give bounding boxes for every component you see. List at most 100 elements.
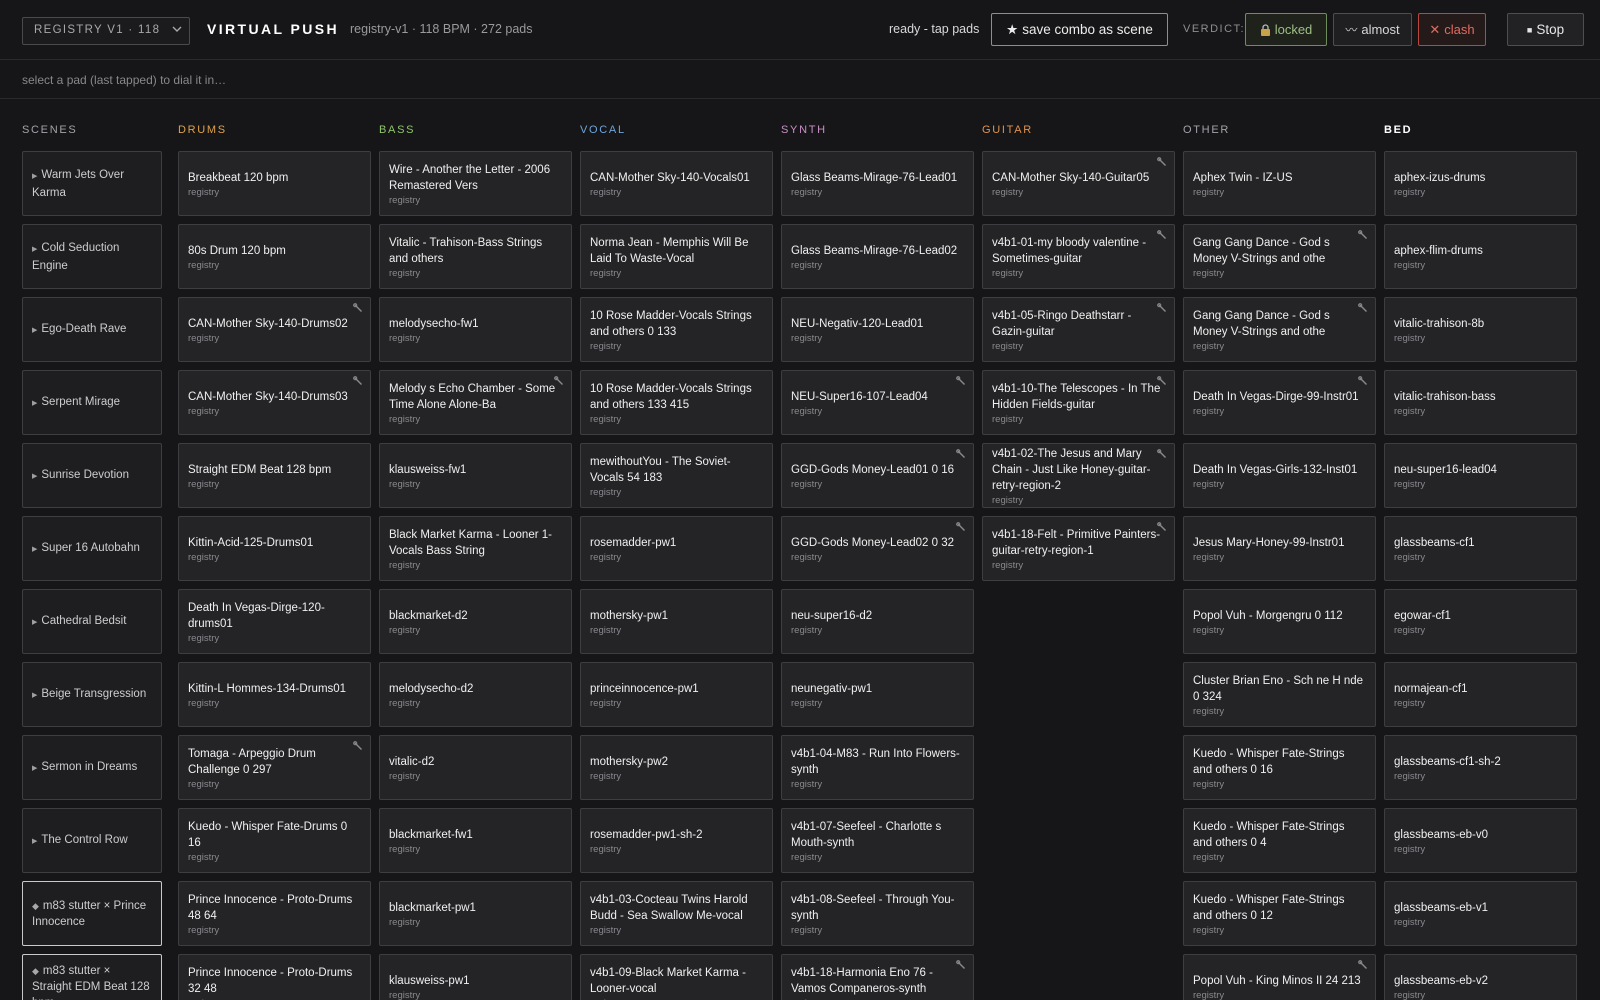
pad[interactable]: vitalic-trahison-bass registry: [1384, 370, 1577, 435]
wrench-icon[interactable]: [1157, 157, 1168, 168]
wrench-icon[interactable]: [1157, 522, 1168, 533]
pad[interactable]: GGD-Gods Money-Lead02 0 32 registry: [781, 516, 974, 581]
pad[interactable]: v4b1-18-Felt - Primitive Painters-guitar…: [982, 516, 1175, 581]
pad[interactable]: Prince Innocence - Proto-Drums 48 64 regi…: [178, 881, 371, 946]
pad[interactable]: Prince Innocence - Proto-Drums 32 48regi…: [178, 954, 371, 1000]
stop-button[interactable]: ■ Stop: [1507, 13, 1584, 46]
wrench-icon[interactable]: [1157, 230, 1168, 241]
pad[interactable]: Kuedo - Whisper Fate-Drums 0 16 registry: [178, 808, 371, 873]
registry-select[interactable]: REGISTRY V1 · 118: [22, 17, 190, 45]
pad[interactable]: NEU-Super16-107-Lead04 registry: [781, 370, 974, 435]
wrench-icon[interactable]: [1358, 960, 1369, 971]
pad[interactable]: rosemadder-pw1-sh-2 registry: [580, 808, 773, 873]
scene-item[interactable]: ▶ The Control Row: [22, 808, 162, 873]
pad[interactable]: egowar-cf1 registry: [1384, 589, 1577, 654]
scene-item[interactable]: ▶ Sermon in Dreams: [22, 735, 162, 800]
wrench-icon[interactable]: [1157, 449, 1168, 460]
wrench-icon[interactable]: [956, 522, 967, 533]
pad[interactable]: Death In Vegas-Dirge-120-drums01 registry: [178, 589, 371, 654]
pad[interactable]: princeinnocence-pw1 registry: [580, 662, 773, 727]
pad[interactable]: Straight EDM Beat 128 bpm registry: [178, 443, 371, 508]
verdict-clash-button[interactable]: ✕ clash: [1418, 13, 1486, 46]
scene-item[interactable]: ▶ Beige Transgression: [22, 662, 162, 727]
pad[interactable]: v4b1-03-Cocteau Twins Harold Budd - Sea …: [580, 881, 773, 946]
save-combo-button[interactable]: ★ save combo as scene: [991, 13, 1168, 46]
pad[interactable]: Kuedo - Whisper Fate-Strings and others …: [1183, 735, 1376, 800]
pad[interactable]: Cluster Brian Eno - Sch ne H nde 0 324 re…: [1183, 662, 1376, 727]
pad[interactable]: Tomaga - Arpeggio Drum Challenge 0 297 re…: [178, 735, 371, 800]
pad[interactable]: 80s Drum 120 bpm registry: [178, 224, 371, 289]
pad[interactable]: Popol Vuh - King Minos II 24 213 registry: [1183, 954, 1376, 1000]
scene-item[interactable]: ▶ Warm Jets Over Karma: [22, 151, 162, 216]
verdict-almost-button[interactable]: 〰 almost: [1333, 13, 1412, 46]
pad[interactable]: rosemadder-pw1 registry: [580, 516, 773, 581]
pad[interactable]: mothersky-pw2 registry: [580, 735, 773, 800]
pad[interactable]: Kittin-Acid-125-Drums01 registry: [178, 516, 371, 581]
pad[interactable]: Kuedo - Whisper Fate-Strings and others …: [1183, 808, 1376, 873]
pad[interactable]: melodysecho-d2 registry: [379, 662, 572, 727]
pad[interactable]: glassbeams-eb-v2 registry: [1384, 954, 1577, 1000]
wrench-icon[interactable]: [1157, 303, 1168, 314]
pad[interactable]: v4b1-05-Ringo Deathstarr - Gazin-guitar r…: [982, 297, 1175, 362]
pad[interactable]: v4b1-10-The Telescopes - In The Hidden F…: [982, 370, 1175, 435]
pad[interactable]: neunegativ-pw1 registry: [781, 662, 974, 727]
pad[interactable]: Breakbeat 120 bpm registry: [178, 151, 371, 216]
scene-item[interactable]: ▶ Cathedral Bedsit: [22, 589, 162, 654]
pad[interactable]: vitalic-trahison-8b registry: [1384, 297, 1577, 362]
pad[interactable]: blackmarket-fw1 registry: [379, 808, 572, 873]
pad[interactable]: Vitalic - Trahison-Bass Strings and othe…: [379, 224, 572, 289]
pad[interactable]: blackmarket-d2 registry: [379, 589, 572, 654]
scene-item[interactable]: ▶ Ego-Death Rave: [22, 297, 162, 362]
pad[interactable]: glassbeams-cf1-sh-2 registry: [1384, 735, 1577, 800]
pad[interactable]: neu-super16-d2 registry: [781, 589, 974, 654]
wrench-icon[interactable]: [956, 376, 967, 387]
pad[interactable]: v4b1-08-Seefeel - Through You-synth regis…: [781, 881, 974, 946]
pad[interactable]: CAN-Mother Sky-140-Drums03 registry: [178, 370, 371, 435]
pad[interactable]: v4b1-09-Black Market Karma - Looner-voca…: [580, 954, 773, 1000]
combo-scene-item[interactable]: ◆ m83 stutter × Prince Innocence: [22, 881, 162, 946]
wrench-icon[interactable]: [956, 449, 967, 460]
pad[interactable]: mothersky-pw1 registry: [580, 589, 773, 654]
pad[interactable]: Gang Gang Dance - God s Money V-Strings …: [1183, 297, 1376, 362]
pad[interactable]: mewithoutYou - The Soviet-Vocals 54 183 r…: [580, 443, 773, 508]
wrench-icon[interactable]: [1358, 303, 1369, 314]
pad[interactable]: v4b1-04-M83 - Run Into Flowers-synth regi…: [781, 735, 974, 800]
pad[interactable]: neu-super16-lead04 registry: [1384, 443, 1577, 508]
wrench-icon[interactable]: [1157, 376, 1168, 387]
pad[interactable]: Death In Vegas-Girls-132-Inst01 registry: [1183, 443, 1376, 508]
pad[interactable]: Popol Vuh - Morgengru 0 112 registry: [1183, 589, 1376, 654]
pad[interactable]: glassbeams-eb-v0 registry: [1384, 808, 1577, 873]
pad[interactable]: melodysecho-fw1 registry: [379, 297, 572, 362]
pad[interactable]: v4b1-01-my bloody valentine - Sometimes-…: [982, 224, 1175, 289]
pad[interactable]: Kittin-L Hommes-134-Drums01 registry: [178, 662, 371, 727]
pad[interactable]: v4b1-02-The Jesus and Mary Chain - Just …: [982, 443, 1175, 508]
pad[interactable]: Glass Beams-Mirage-76-Lead01 registry: [781, 151, 974, 216]
wrench-icon[interactable]: [353, 741, 364, 752]
pad[interactable]: Aphex Twin - IZ-US registry: [1183, 151, 1376, 216]
pad[interactable]: Black Market Karma - Looner 1-Vocals Bas…: [379, 516, 572, 581]
pad[interactable]: 10 Rose Madder-Vocals Strings and others…: [580, 370, 773, 435]
pad[interactable]: CAN-Mother Sky-140-Vocals01 registry: [580, 151, 773, 216]
pad[interactable]: Gang Gang Dance - God s Money V-Strings …: [1183, 224, 1376, 289]
pad[interactable]: Jesus Mary-Honey-99-Instr01 registry: [1183, 516, 1376, 581]
wrench-icon[interactable]: [554, 376, 565, 387]
pad[interactable]: klausweiss-fw1 registry: [379, 443, 572, 508]
pad[interactable]: blackmarket-pw1 registry: [379, 881, 572, 946]
pad[interactable]: Melody s Echo Chamber - Some Time Alone …: [379, 370, 572, 435]
scene-item[interactable]: ▶ Cold Seduction Engine: [22, 224, 162, 289]
pad[interactable]: NEU-Negativ-120-Lead01 registry: [781, 297, 974, 362]
pad[interactable]: 10 Rose Madder-Vocals Strings and others…: [580, 297, 773, 362]
pad[interactable]: aphex-izus-drums registry: [1384, 151, 1577, 216]
pad[interactable]: v4b1-07-Seefeel - Charlotte s Mouth-synt…: [781, 808, 974, 873]
pad[interactable]: Norma Jean - Memphis Will Be Laid To Was…: [580, 224, 773, 289]
wrench-icon[interactable]: [353, 303, 364, 314]
combo-scene-item[interactable]: ◆m83 stutter × Straight EDM Beat 128 bpm: [22, 954, 162, 1000]
pad[interactable]: Kuedo - Whisper Fate-Strings and others …: [1183, 881, 1376, 946]
wrench-icon[interactable]: [1358, 376, 1369, 387]
pad[interactable]: CAN-Mother Sky-140-Guitar05 registry: [982, 151, 1175, 216]
pad[interactable]: Death In Vegas-Dirge-99-Instr01 registry: [1183, 370, 1376, 435]
wrench-icon[interactable]: [1358, 230, 1369, 241]
pad[interactable]: v4b1-18-Harmonia Eno 76 - Vamos Companer…: [781, 954, 974, 1000]
pad[interactable]: glassbeams-cf1 registry: [1384, 516, 1577, 581]
wrench-icon[interactable]: [956, 960, 967, 971]
